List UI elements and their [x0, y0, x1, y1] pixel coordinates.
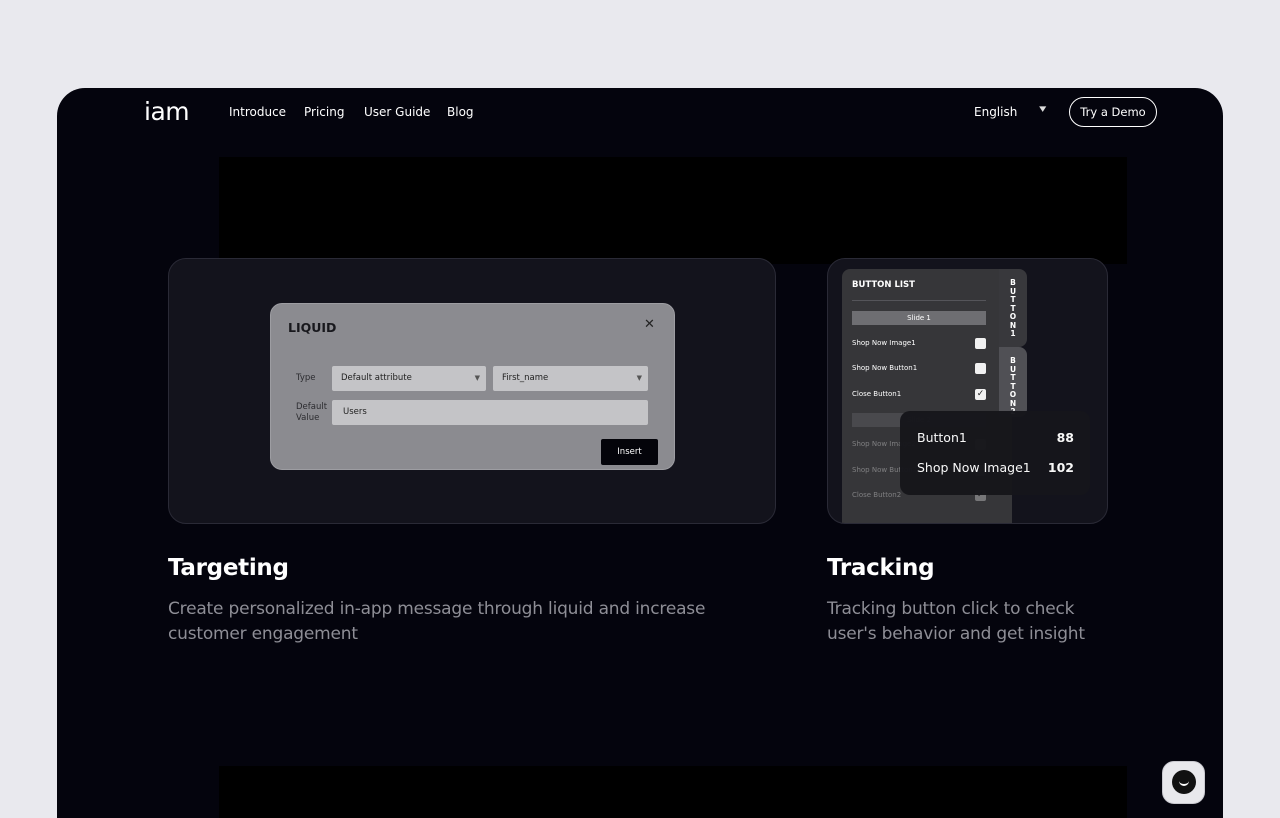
insert-button[interactable]: Insert	[601, 439, 658, 465]
nav-link-introduce[interactable]: Introduce	[229, 105, 286, 119]
logo[interactable]: iam	[144, 97, 190, 126]
nav-link-pricing[interactable]: Pricing	[304, 105, 344, 119]
list-item: Close Button2	[852, 491, 902, 499]
attribute-select[interactable]: First_name ▼	[493, 366, 648, 391]
list-item: Close Button1	[852, 390, 902, 398]
list-item: Shop Now Image1	[852, 339, 916, 347]
stat-label: Button1	[917, 430, 967, 445]
type-label: Type	[296, 373, 316, 383]
tab-button1[interactable]: BUTTON1	[999, 269, 1027, 347]
chat-bubble-icon	[1172, 770, 1196, 794]
feature-desc-targeting: Create personalized in-app message throu…	[168, 599, 706, 644]
language-label: English	[974, 105, 1018, 119]
media-block-bottom	[219, 766, 1127, 818]
list-item: Shop Now Button1	[852, 364, 918, 372]
nav-link-blog[interactable]: Blog	[447, 105, 474, 119]
media-block-top	[219, 157, 1127, 264]
tracking-stats-popup: Button1 88 Shop Now Image1 102	[900, 411, 1090, 495]
caret-down-icon: ▼	[474, 374, 480, 382]
caret-down-icon: ▼	[636, 374, 642, 382]
tab-button1-label: BUTTON1	[1009, 278, 1017, 338]
chat-button[interactable]	[1162, 761, 1205, 804]
check-icon[interactable]: ✓	[975, 389, 986, 400]
language-select[interactable]: English ▾	[974, 102, 1054, 121]
divider	[852, 300, 986, 301]
tab-button2-label: BUTTON2	[1009, 356, 1017, 415]
liquid-modal: LIQUID ✕ Type Default attribute ▼ First_…	[270, 303, 675, 470]
default-value-label: Default Value	[296, 402, 328, 423]
default-value-input[interactable]: Users	[332, 400, 648, 425]
button-list-title: BUTTON LIST	[852, 280, 915, 290]
stat-value: 88	[1056, 430, 1074, 445]
try-demo-button[interactable]: Try a Demo	[1069, 97, 1157, 127]
feature-title-targeting: Targeting	[168, 555, 289, 581]
slide-header-1: Slide 1	[852, 311, 986, 325]
site-frame: iam Introduce Pricing User Guide Blog En…	[57, 88, 1223, 818]
type-select-value: Default attribute	[341, 373, 412, 383]
nav-link-user-guide[interactable]: User Guide	[364, 105, 430, 119]
attribute-select-value: First_name	[502, 373, 549, 383]
tracking-card: BUTTON LIST Slide 1 Shop Now Image1 Shop…	[827, 258, 1108, 524]
type-select[interactable]: Default attribute ▼	[332, 366, 486, 391]
stat-label: Shop Now Image1	[917, 460, 1031, 475]
stat-value: 102	[1047, 460, 1074, 475]
feature-desc-tracking: Tracking button click to check user's be…	[827, 599, 1085, 644]
targeting-card: LIQUID ✕ Type Default attribute ▼ First_…	[168, 258, 776, 524]
top-nav: iam Introduce Pricing User Guide Blog En…	[57, 88, 1223, 136]
tab-button2[interactable]: BUTTON2	[999, 347, 1027, 417]
close-icon[interactable]: ✕	[644, 317, 655, 332]
checkbox[interactable]	[975, 338, 986, 349]
chevron-down-icon: ▾	[1039, 102, 1047, 115]
checkbox[interactable]	[975, 363, 986, 374]
modal-title: LIQUID	[288, 320, 337, 335]
smile-glyph	[1179, 780, 1189, 786]
feature-title-tracking: Tracking	[827, 555, 935, 581]
